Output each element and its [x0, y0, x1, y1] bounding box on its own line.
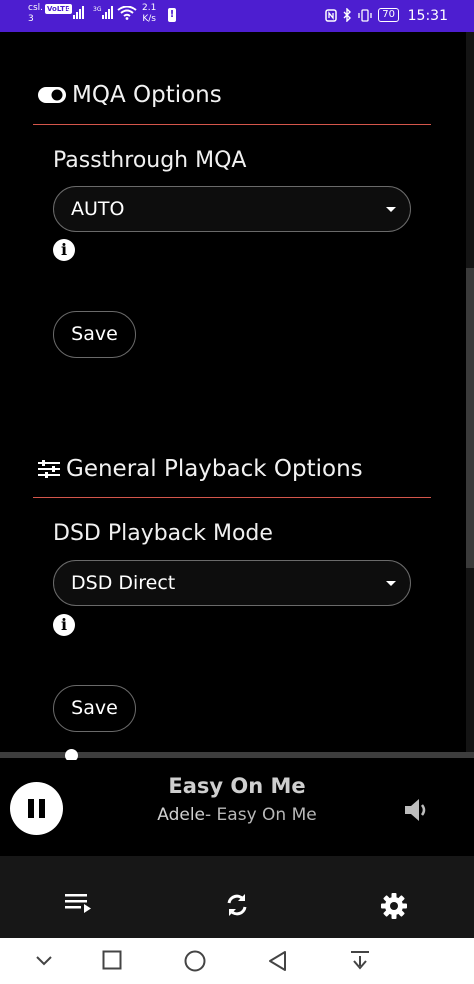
info-icon[interactable]: i: [53, 239, 75, 261]
track-title: Easy On Me: [168, 774, 306, 798]
bluetooth-icon: [343, 8, 352, 22]
chevron-down-icon[interactable]: [35, 950, 53, 970]
queue-icon[interactable]: [65, 892, 93, 914]
alert-icon: !: [168, 8, 176, 22]
album-name: - Easy On Me: [205, 805, 317, 825]
vibrate-icon: [358, 8, 372, 22]
playback-save-button[interactable]: Save: [53, 685, 136, 732]
svg-text:4G: 4G: [63, 6, 72, 13]
bottom-toolbar: [0, 856, 474, 938]
nfc-icon: [325, 8, 338, 22]
playback-divider: [33, 497, 431, 498]
caret-down-icon: [386, 207, 396, 212]
now-playing-bar: Easy On Me Adele- Easy On Me: [0, 760, 474, 856]
caret-down-icon: [386, 581, 396, 586]
artist-name: Adele: [157, 805, 206, 825]
home-icon[interactable]: [184, 950, 206, 972]
sync-icon[interactable]: [224, 892, 250, 918]
mqa-save-button[interactable]: Save: [53, 311, 136, 358]
dsd-playback-mode-value: DSD Direct: [71, 572, 176, 594]
passthrough-mqa-label: Passthrough MQA: [53, 148, 247, 173]
svg-text:3G: 3G: [93, 6, 102, 13]
dsd-playback-mode-label: DSD Playback Mode: [53, 521, 273, 546]
battery-indicator: 70: [378, 8, 399, 22]
signal-icon-2: 3G: [93, 6, 113, 19]
dsd-playback-mode-select[interactable]: DSD Direct: [53, 560, 411, 606]
download-icon[interactable]: [350, 950, 370, 972]
recents-icon[interactable]: [102, 950, 122, 970]
back-icon[interactable]: [267, 950, 287, 972]
passthrough-mqa-value: AUTO: [71, 198, 125, 220]
playback-title-text: General Playback Options: [66, 456, 363, 482]
mqa-divider: [33, 124, 431, 125]
clock: 15:31: [407, 8, 448, 24]
playback-section-title: General Playback Options: [38, 456, 363, 482]
signal-icon: 4G: [63, 6, 84, 19]
passthrough-mqa-select[interactable]: AUTO: [53, 186, 411, 232]
mqa-title-text: MQA Options: [72, 82, 222, 108]
system-nav-bar: [0, 938, 474, 984]
settings-icon[interactable]: [380, 892, 408, 920]
scrollbar-thumb[interactable]: [466, 268, 474, 568]
network-speed: 2.1 K/s: [142, 3, 157, 24]
volume-icon[interactable]: [403, 797, 429, 823]
wifi-icon: [117, 6, 137, 20]
mqa-section-title: MQA Options: [38, 82, 222, 108]
sliders-icon: [38, 460, 60, 478]
status-icons: 70: [325, 8, 399, 22]
info-icon[interactable]: i: [53, 614, 75, 636]
toggle-icon: [38, 87, 66, 103]
carrier-label: csl. 3: [28, 3, 43, 24]
status-bar: csl. 3 VoLTE 4G 3G 2.1 K/s ! 70 15:31: [0, 0, 474, 32]
